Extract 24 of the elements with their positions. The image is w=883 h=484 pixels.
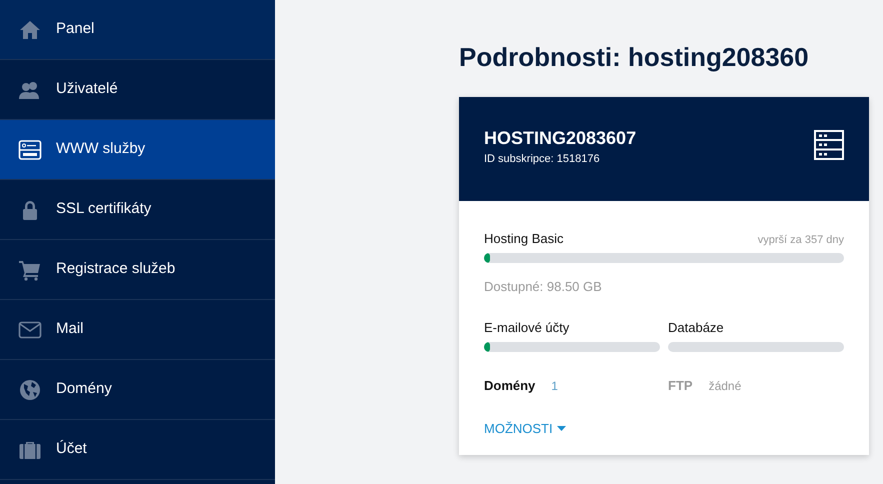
subscription-id: ID subskripce: 1518176 xyxy=(484,152,601,167)
sidebar-item[interactable]: SSL certifikáty xyxy=(0,180,275,240)
server-icon xyxy=(814,130,844,160)
page-title: Podrobnosti: hosting208360 xyxy=(459,41,810,74)
plan-name: Hosting Basic xyxy=(484,230,564,248)
sidebar-item[interactable]: Domény xyxy=(0,360,275,420)
stat-label: Domény xyxy=(484,376,536,395)
meter-label: E-mailové účty xyxy=(484,319,570,337)
sidebar-item[interactable]: Účet xyxy=(0,420,275,480)
available-space: Dostupné: 98.50 GB xyxy=(484,278,603,296)
sidebar-item[interactable]: Panel xyxy=(0,0,275,60)
globe-icon xyxy=(18,378,42,402)
server-icon xyxy=(18,138,42,162)
caret-icon xyxy=(556,426,566,432)
sidebar-item[interactable]: Registrace služeb xyxy=(0,240,275,300)
meter-label: Databáze xyxy=(668,319,725,337)
stat-value: 1 xyxy=(551,378,558,394)
sidebar-item[interactable]: Mail xyxy=(0,300,275,360)
stat-label: FTP xyxy=(668,376,693,394)
sidebar-item[interactable]: WWW služby xyxy=(0,120,275,180)
expiry-text: vyprší za 357 dny xyxy=(758,233,844,248)
stat-value: žádné xyxy=(708,378,742,394)
hosting-name: HOSTING2083607 xyxy=(484,127,636,149)
options-button[interactable]: MOŽNOSTI xyxy=(484,419,566,438)
